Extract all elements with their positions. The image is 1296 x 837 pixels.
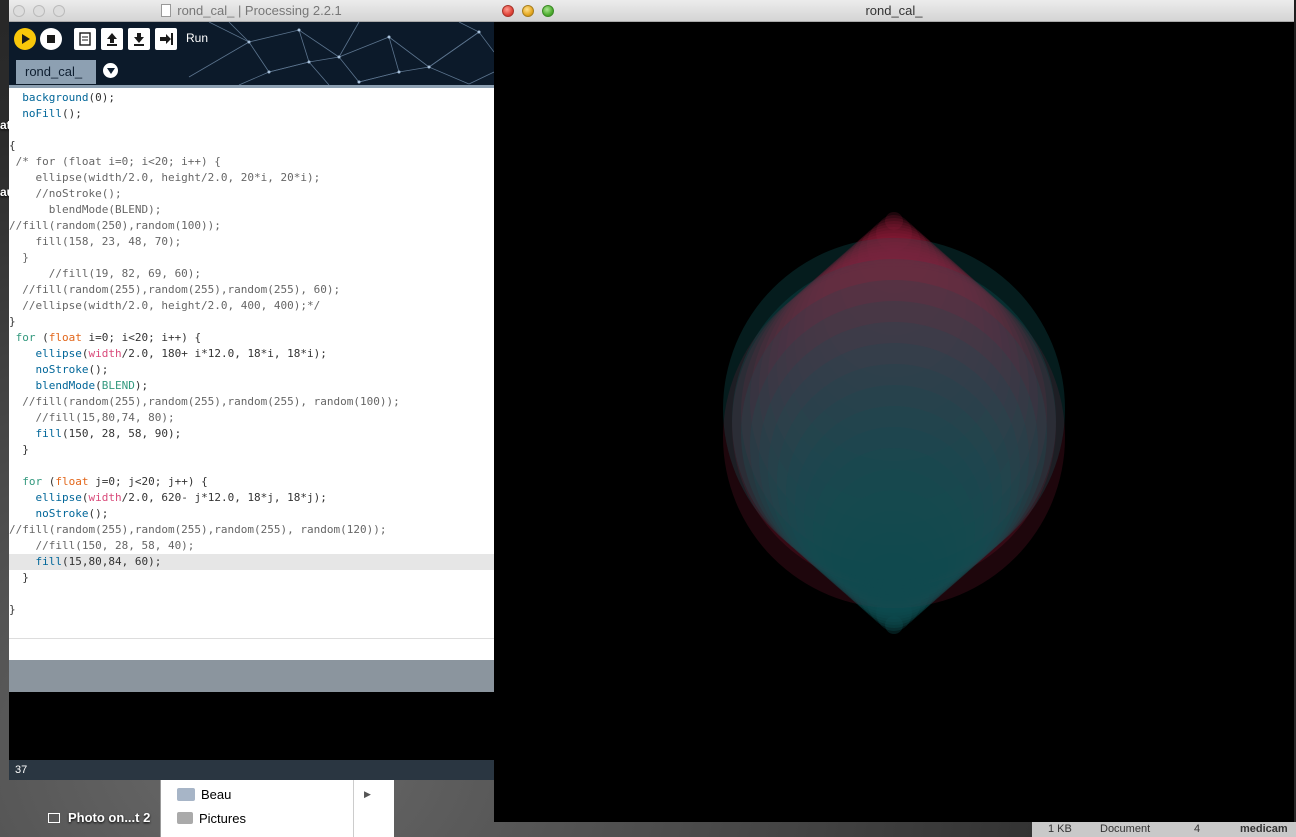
code-line[interactable]: //fill(150, 28, 58, 40); (9, 538, 494, 554)
code-line[interactable]: //ellipse(width/2.0, height/2.0, 400, 40… (9, 298, 494, 314)
code-line[interactable]: } (9, 250, 494, 266)
camera-icon (177, 812, 193, 824)
code-line[interactable]: //fill(random(255),random(255),random(25… (9, 394, 494, 410)
code-line[interactable] (9, 458, 494, 474)
code-line[interactable] (9, 586, 494, 602)
status-kind: Document (1100, 823, 1151, 835)
open-button[interactable] (101, 28, 123, 50)
code-line[interactable]: //fill(15,80,74, 80); (9, 410, 494, 426)
code-line[interactable]: //fill(random(255),random(255),random(25… (9, 282, 494, 298)
code-editor[interactable]: background(0); noFill(); { /* for (float … (9, 85, 494, 638)
toolbar-status-label: Run (186, 31, 209, 45)
finder-status-bar: 1 KB Document 4 medicam (1032, 822, 1296, 837)
play-icon (22, 34, 30, 44)
desktop-photo-item[interactable]: Photo on...t 2 (48, 810, 150, 825)
code-line[interactable]: /* for (float i=0; i<20; i++) { (9, 154, 494, 170)
download-arrow-icon (134, 33, 144, 46)
export-button[interactable] (155, 28, 177, 50)
code-line[interactable]: for (float j=0; j<20; j++) { (9, 474, 494, 490)
code-line[interactable]: blendMode(BLEND); (9, 202, 494, 218)
run-button[interactable] (14, 28, 36, 50)
zoom-button[interactable] (53, 5, 65, 17)
code-line[interactable]: } (9, 442, 494, 458)
code-line[interactable]: noStroke(); (9, 362, 494, 378)
code-line[interactable]: noFill(); (9, 106, 494, 122)
new-file-icon (79, 32, 91, 46)
tab-menu-button[interactable] (103, 63, 118, 78)
code-scrollbar-area[interactable] (9, 638, 494, 660)
sketch-canvas (723, 212, 1065, 634)
status-size: 1 KB (1048, 823, 1072, 835)
status-name: medicam (1240, 823, 1288, 835)
message-area (9, 660, 494, 692)
code-line[interactable]: ellipse(width/2.0, 180+ i*12.0, 18*i, 18… (9, 346, 494, 362)
code-line[interactable]: fill(150, 28, 58, 90); (9, 426, 494, 442)
column-divider (353, 780, 354, 837)
code-line[interactable]: { (9, 138, 494, 154)
minimize-button[interactable] (33, 5, 45, 17)
code-line[interactable]: noStroke(); (9, 506, 494, 522)
code-line[interactable]: fill(15,80,84, 60); (9, 554, 494, 570)
sketch-title: rond_cal_ (865, 3, 923, 18)
code-line[interactable]: } (9, 602, 494, 618)
image-file-icon (48, 812, 60, 823)
teal-ellipse (723, 238, 1065, 580)
code-line[interactable] (9, 122, 494, 138)
close-button[interactable] (13, 5, 25, 17)
code-line[interactable]: blendMode(BLEND); (9, 378, 494, 394)
save-button[interactable] (128, 28, 150, 50)
editor-titlebar: rond_cal_ | Processing 2.2.1 (9, 0, 494, 22)
code-line[interactable]: fill(158, 23, 48, 70); (9, 234, 494, 250)
stop-button[interactable] (40, 28, 62, 50)
sketch-window: rond_cal_ (494, 0, 1294, 822)
processing-editor-window: rond_cal_ | Processing 2.2.1 Run rond_ca… (9, 0, 494, 780)
disclosure-arrow-icon: ▶ (364, 789, 371, 799)
code-line[interactable]: } (9, 314, 494, 330)
close-button[interactable] (502, 5, 514, 17)
finder-item-label: Beau (201, 786, 232, 802)
minimize-button[interactable] (522, 5, 534, 17)
zoom-button[interactable] (542, 5, 554, 17)
code-line[interactable]: //noStroke(); (9, 186, 494, 202)
upload-arrow-icon (107, 33, 117, 46)
status-count: 4 (1194, 823, 1201, 835)
document-icon (161, 4, 172, 17)
code-line[interactable]: for (float i=0; i<20; i++) { (9, 330, 494, 346)
code-line[interactable]: background(0); (9, 90, 494, 106)
chevron-down-icon (106, 67, 115, 74)
console-area[interactable] (9, 692, 494, 760)
code-line[interactable]: //fill(19, 82, 69, 60); (9, 266, 494, 282)
code-line[interactable]: ellipse(width/2.0, height/2.0, 20*i, 20*… (9, 170, 494, 186)
sketch-titlebar: rond_cal_ (494, 0, 1294, 22)
tab-rond-cal[interactable]: rond_cal_ (16, 60, 96, 84)
photo-label: Photo on...t 2 (68, 810, 151, 825)
line-number-status: 37 (9, 760, 494, 780)
code-line[interactable]: //fill(random(255),random(255),random(25… (9, 522, 494, 538)
editor-title: rond_cal_ | Processing 2.2.1 (177, 3, 342, 18)
code-line[interactable]: ellipse(width/2.0, 620- j*12.0, 18*j, 18… (9, 490, 494, 506)
folder-icon (177, 787, 195, 801)
stop-icon (47, 35, 55, 43)
finder-item-label: Pictures (199, 810, 246, 826)
new-button[interactable] (74, 28, 96, 50)
code-line[interactable]: } (9, 570, 494, 586)
finder-item-pictures[interactable]: Pictures (177, 807, 246, 829)
code-line[interactable]: //fill(random(250),random(100)); (9, 218, 494, 234)
window-controls (13, 5, 65, 17)
finder-item-beau[interactable]: Beau (177, 783, 231, 805)
export-arrow-icon (160, 33, 173, 45)
finder-window-fragment: Beau Pictures ▶ (160, 780, 394, 837)
window-controls (502, 5, 554, 17)
